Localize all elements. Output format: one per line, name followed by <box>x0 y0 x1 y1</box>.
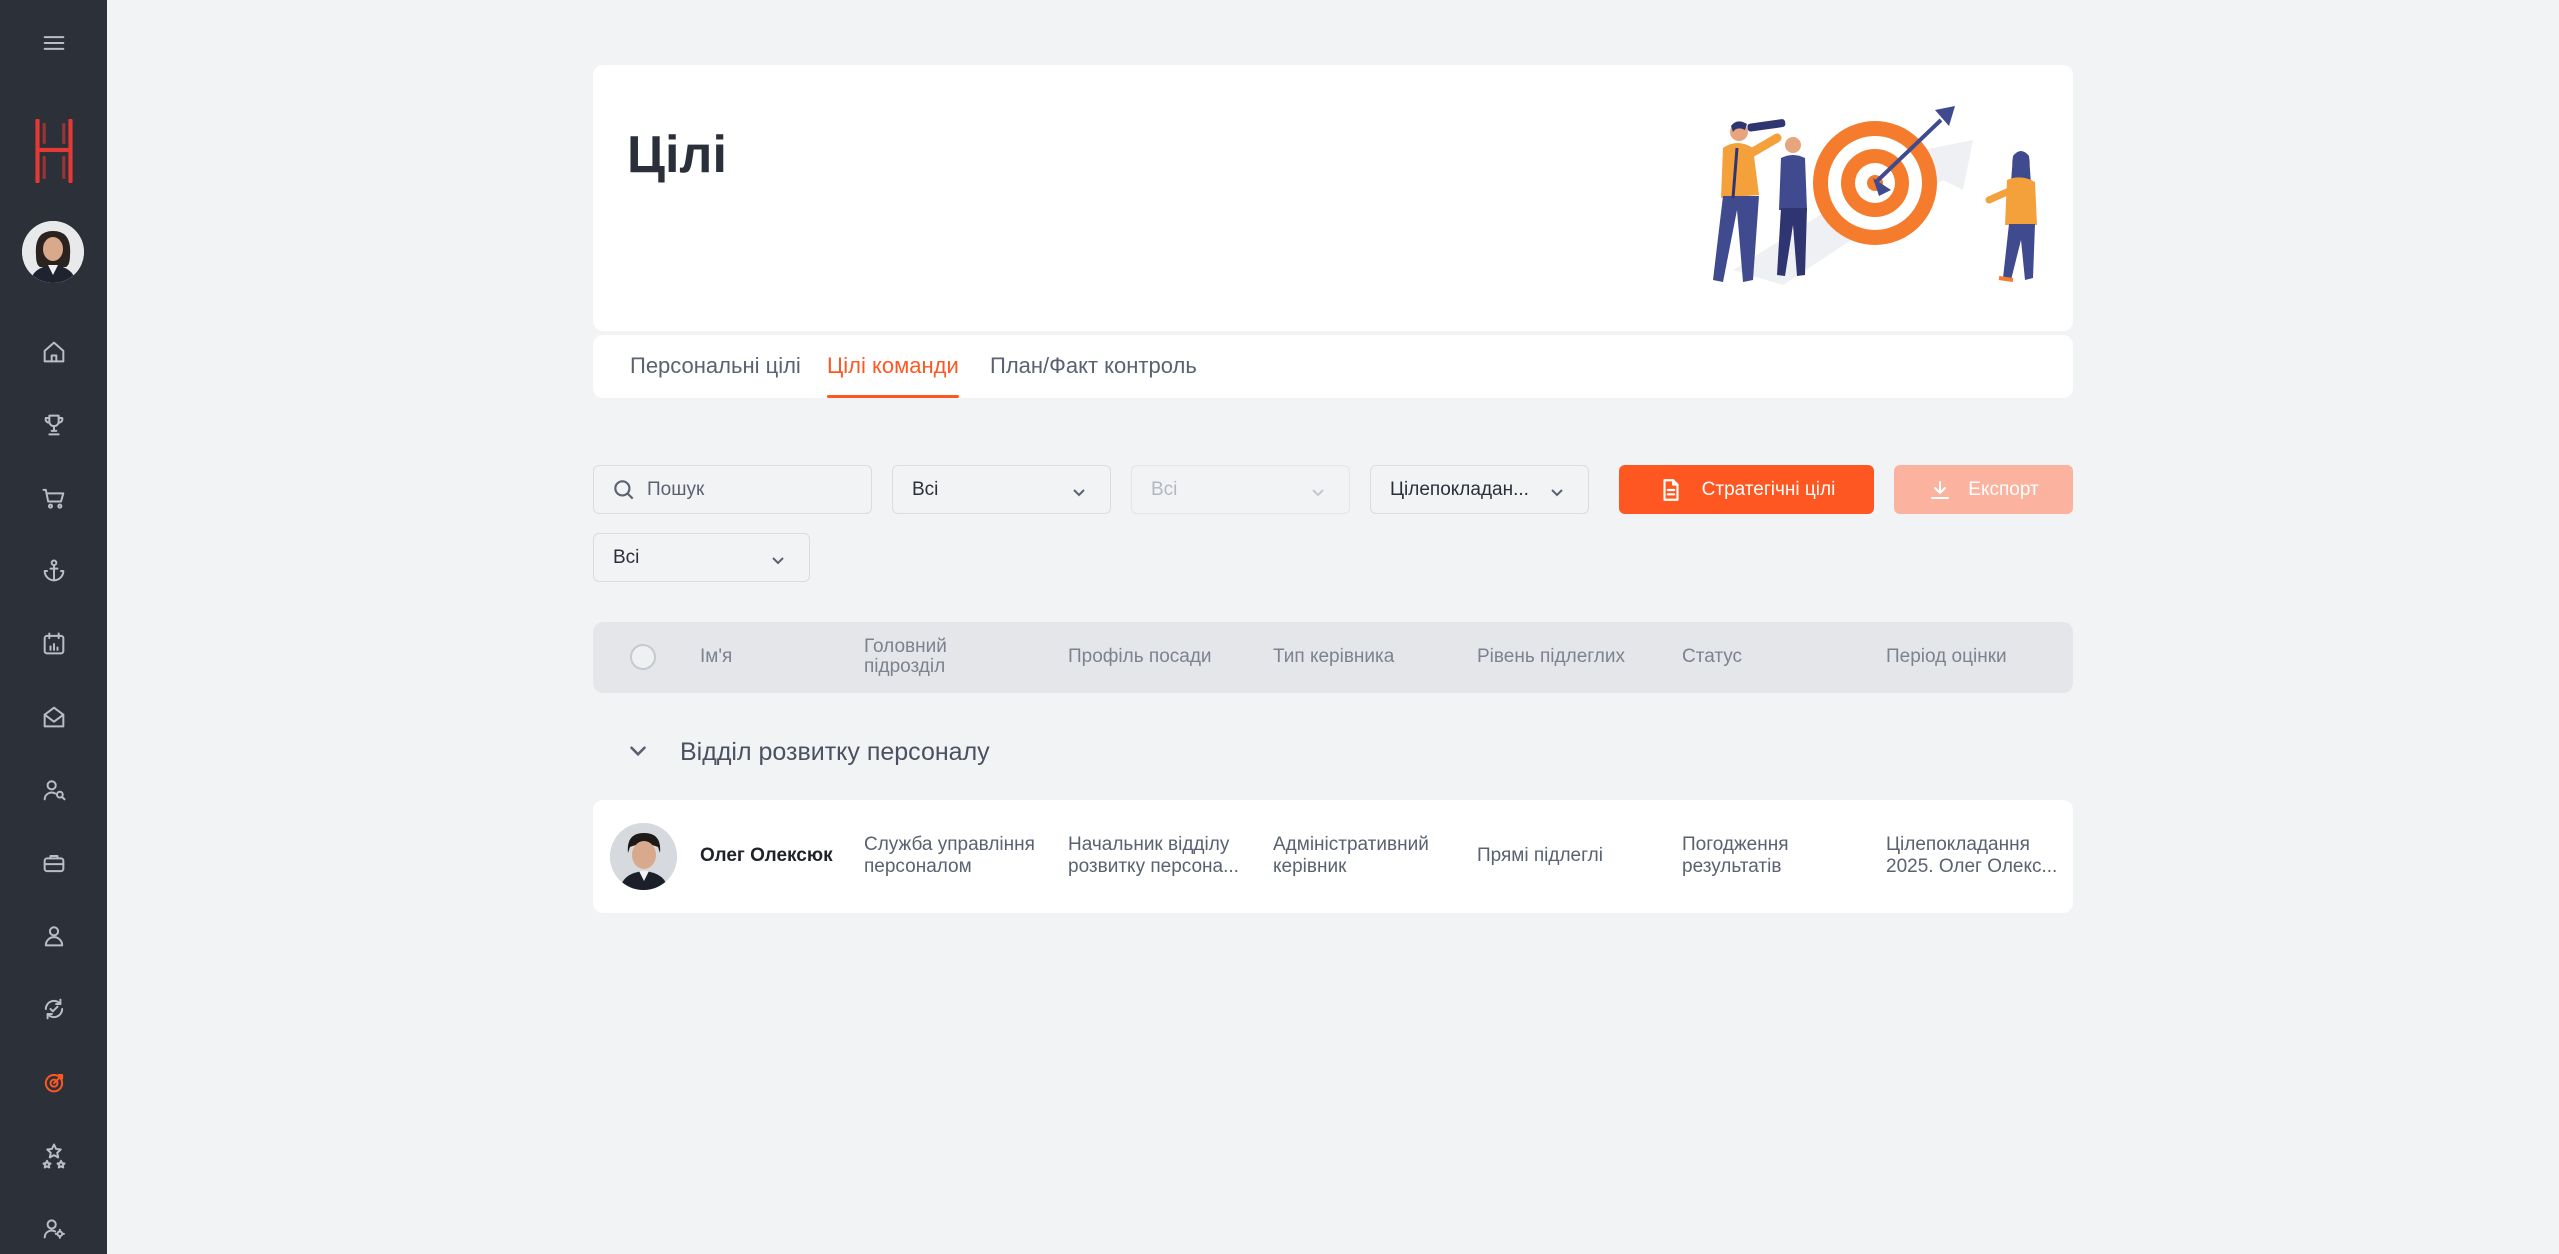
calendar-chart-icon[interactable] <box>0 616 107 672</box>
group-title: Відділ розвитку персоналу <box>680 738 990 766</box>
employee-status: Погодження результатів <box>1682 834 1789 877</box>
filter-select-2: Всі <box>1131 465 1350 514</box>
tab-plan-fact-control[interactable]: План/Факт контроль <box>990 335 1197 398</box>
home-icon[interactable] <box>0 324 107 380</box>
employee-position: Начальник відділу розвитку персона... <box>1068 834 1239 877</box>
employee-subordinates: Прямі підлеглі <box>1477 845 1603 866</box>
column-header-name[interactable]: Ім'я <box>700 647 732 667</box>
employee-department: Служба управління персоналом <box>864 834 1035 877</box>
sidebar <box>0 0 107 1254</box>
filter-select-4-value: Всі <box>613 546 640 568</box>
column-header-status[interactable]: Статус <box>1682 647 1742 667</box>
refresh-check-icon[interactable] <box>0 981 107 1037</box>
search-field[interactable] <box>593 465 872 514</box>
avatar <box>610 823 677 890</box>
table-header: Ім'я Головний підрозділ Профіль посади Т… <box>593 622 2073 693</box>
search-icon <box>611 477 637 503</box>
menu-icon[interactable] <box>0 15 107 71</box>
download-icon <box>1931 480 1950 499</box>
mail-open-icon[interactable] <box>0 689 107 745</box>
chevron-down-icon <box>1550 483 1564 497</box>
search-input[interactable] <box>647 478 847 501</box>
goals-illustration <box>1713 106 2037 285</box>
tab-personal-goals[interactable]: Персональні цілі <box>630 335 801 398</box>
cart-icon[interactable] <box>0 470 107 526</box>
column-header-position[interactable]: Профіль посади <box>1068 647 1212 667</box>
page-header: Цілі <box>593 65 2073 331</box>
column-header-period[interactable]: Період оцінки <box>1886 647 2007 667</box>
user-avatar[interactable] <box>22 221 84 283</box>
column-header-manager-type[interactable]: Тип керівника <box>1273 647 1394 667</box>
chevron-down-icon <box>1072 483 1086 497</box>
chevron-down-icon[interactable] <box>625 738 651 764</box>
filter-select-1[interactable]: Всі <box>892 465 1111 514</box>
strategic-goals-button[interactable]: Стратегічні цілі <box>1619 465 1874 514</box>
filter-select-3-value: Цілепокладан... <box>1390 478 1529 500</box>
export-button: Експорт <box>1894 465 2073 514</box>
employee-period: Цілепокладання 2025. Олег Олекс... <box>1886 834 2058 877</box>
select-all-checkbox[interactable] <box>630 644 656 670</box>
user-search-icon[interactable] <box>0 762 107 818</box>
strategic-goals-label: Стратегічні цілі <box>1701 478 1836 500</box>
document-icon <box>1663 478 1679 501</box>
tab-bar: Персональні цілі Цілі команди План/Факт … <box>593 335 2073 398</box>
column-header-department[interactable]: Головний підрозділ <box>864 637 1014 677</box>
page-title: Цілі <box>627 126 727 184</box>
table-row[interactable]: Олег Олексюк Служба управління персонало… <box>593 800 2073 913</box>
filter-select-3[interactable]: Цілепокладан... <box>1370 465 1589 514</box>
person-icon[interactable] <box>0 908 107 964</box>
tab-team-goals[interactable]: Цілі команди <box>827 335 959 398</box>
filter-select-4[interactable]: Всі <box>593 533 810 582</box>
employee-name[interactable]: Олег Олексюк <box>700 845 833 867</box>
filter-select-2-value: Всі <box>1151 478 1178 500</box>
anchor-icon[interactable] <box>0 543 107 599</box>
chevron-down-icon <box>771 551 785 565</box>
trophy-icon[interactable] <box>0 397 107 453</box>
user-settings-icon[interactable] <box>0 1200 107 1254</box>
chevron-down-icon <box>1311 483 1325 497</box>
stars-icon[interactable] <box>0 1127 107 1183</box>
filter-select-1-value: Всі <box>912 478 939 500</box>
column-header-subordinates[interactable]: Рівень підлеглих <box>1477 647 1625 667</box>
target-icon[interactable] <box>0 1054 107 1110</box>
export-label: Експорт <box>1968 478 2039 500</box>
briefcase-icon[interactable] <box>0 835 107 891</box>
brand-logo-icon[interactable] <box>0 118 107 184</box>
employee-manager-type: Адміністративний керівник <box>1273 834 1429 877</box>
